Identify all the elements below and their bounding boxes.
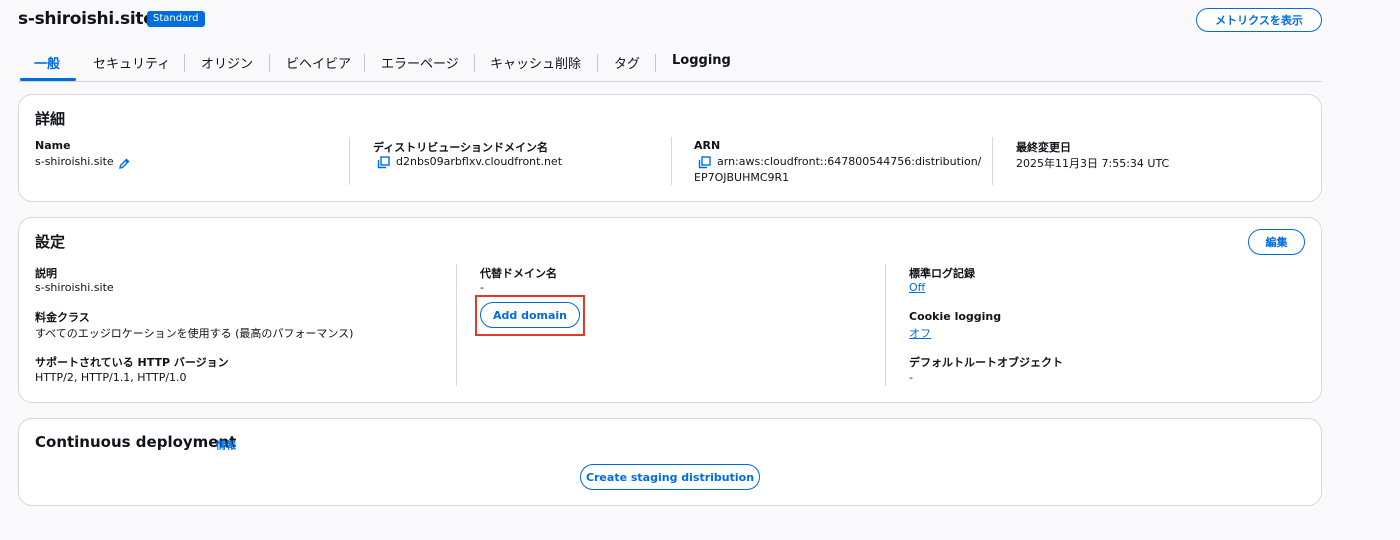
- domain-value: d2nbs09arbflxv.cloudfront.net: [396, 155, 563, 168]
- description-label: 説明: [35, 267, 57, 280]
- tab-separator: [655, 54, 656, 72]
- cookie-logging-label: Cookie logging: [909, 310, 1002, 323]
- tab-separator: [184, 54, 185, 72]
- description-value: s-shiroishi.site: [35, 281, 114, 294]
- standard-log-label: 標準ログ記録: [909, 267, 975, 280]
- column-divider: [885, 264, 886, 386]
- modified-value: 2025年11月3日 7:55:34 UTC: [1016, 157, 1170, 170]
- price-class-label: 料金クラス: [35, 311, 90, 324]
- alt-domain-label: 代替ドメイン名: [480, 267, 557, 280]
- tab-separator: [597, 54, 598, 72]
- price-class-value: すべてのエッジロケーションを使用する (最高のパフォーマンス): [35, 327, 354, 340]
- highlight-box: [475, 295, 585, 336]
- tab-error-pages[interactable]: エラーページ: [381, 53, 459, 72]
- name-value: s-shiroishi.site: [35, 155, 114, 168]
- tab-bar: 一般 セキュリティ オリジン ビヘイビア エラーページ キャッシュ削除 タグ L…: [18, 50, 1322, 82]
- name-label: Name: [35, 139, 71, 152]
- root-object-label: デフォルトルートオブジェクト: [909, 356, 1063, 369]
- cookie-logging-link[interactable]: オフ: [909, 325, 931, 341]
- arn-value-line1: arn:aws:cloudfront::647800544756:distrib…: [717, 155, 982, 168]
- column-divider: [992, 137, 993, 185]
- details-title: 詳細: [35, 110, 66, 128]
- tab-origins[interactable]: オリジン: [201, 53, 253, 72]
- edit-button[interactable]: 編集: [1248, 229, 1305, 255]
- column-divider: [671, 137, 672, 185]
- plan-badge: Standard: [147, 11, 205, 27]
- info-link[interactable]: 情報: [216, 437, 236, 452]
- arn-value-line2: EP7OJBUHMC9R1: [694, 171, 790, 184]
- domain-label: ディストリビューションドメイン名: [373, 141, 549, 154]
- tab-logging[interactable]: Logging: [672, 53, 731, 68]
- column-divider: [349, 137, 350, 185]
- standard-log-link[interactable]: Off: [909, 281, 925, 294]
- arn-label: ARN: [694, 139, 721, 152]
- tab-separator: [364, 54, 365, 72]
- active-tab-indicator: [20, 78, 76, 81]
- tab-security[interactable]: セキュリティ: [93, 53, 170, 72]
- pencil-edit-icon[interactable]: [118, 155, 131, 174]
- modified-label: 最終変更日: [1016, 141, 1071, 154]
- alt-domain-value: -: [480, 281, 484, 294]
- continuous-deployment-title: Continuous deployment: [35, 433, 237, 451]
- http-version-value: HTTP/2, HTTP/1.1, HTTP/1.0: [35, 371, 187, 384]
- root-object-value: -: [909, 371, 913, 384]
- copy-icon[interactable]: [377, 154, 390, 173]
- page-header: s-shiroishi.site Standard メトリクスを表示: [18, 8, 1322, 34]
- tab-general[interactable]: 一般: [34, 53, 60, 72]
- tab-separator: [269, 54, 270, 72]
- continuous-deployment-card: Continuous deployment 情報 Create staging …: [18, 418, 1322, 506]
- settings-title: 設定: [35, 233, 66, 251]
- settings-card: 設定 編集 説明 s-shiroishi.site 料金クラス すべてのエッジロ…: [18, 217, 1322, 403]
- column-divider: [456, 264, 457, 386]
- details-card: 詳細 Name s-shiroishi.site ディストリビューションドメイン…: [18, 94, 1322, 202]
- tab-separator: [474, 54, 475, 72]
- tab-invalidations[interactable]: キャッシュ削除: [490, 53, 581, 72]
- tab-behaviors[interactable]: ビヘイビア: [286, 53, 351, 72]
- page-title: s-shiroishi.site: [18, 9, 155, 29]
- create-staging-distribution-button[interactable]: Create staging distribution: [580, 464, 760, 490]
- tab-tags[interactable]: タグ: [614, 53, 640, 72]
- view-metrics-button[interactable]: メトリクスを表示: [1196, 8, 1322, 32]
- http-version-label: サポートされている HTTP バージョン: [35, 356, 229, 369]
